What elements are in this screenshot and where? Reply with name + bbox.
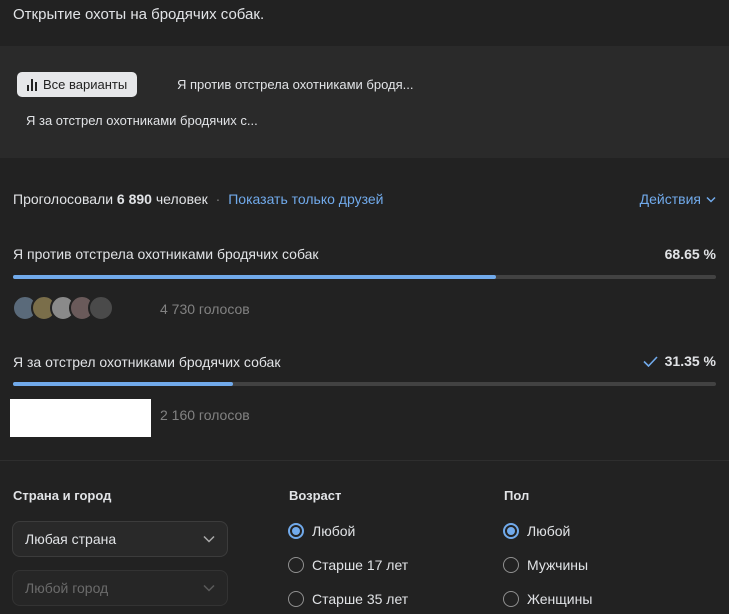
option-percent-for-value: 31.35 % (664, 353, 716, 369)
age-radio-over-35-label: Старше 35 лет (312, 591, 409, 607)
gender-radio-female[interactable]: Женщины (503, 591, 592, 607)
separator-dot: · (215, 191, 221, 207)
bar-chart-icon (27, 78, 37, 91)
answer-tabs (0, 46, 729, 158)
gender-radio-any[interactable]: Любой (503, 523, 570, 539)
chevron-down-icon (706, 196, 716, 203)
show-friends-link[interactable]: Показать только друзей (228, 191, 383, 207)
chevron-down-icon (203, 535, 215, 543)
radio-circle (288, 523, 304, 539)
country-select[interactable]: Любая страна (12, 521, 228, 557)
age-radio-over-17[interactable]: Старше 17 лет (288, 557, 408, 573)
voter-avatars[interactable] (12, 295, 114, 321)
avatar[interactable] (88, 295, 114, 321)
radio-circle (503, 523, 519, 539)
option-votes-for[interactable]: 2 160 голосов (160, 407, 250, 423)
voted-suffix: человек (155, 191, 208, 207)
radio-circle (503, 557, 519, 573)
voted-prefix: Проголосовали (13, 191, 114, 207)
option-label-against: Я против отстрела охотниками бродячих со… (13, 246, 319, 262)
option-bar-fill-against (13, 275, 496, 279)
option-percent-against-value: 68.65 % (664, 246, 716, 262)
option-votes-against[interactable]: 4 730 голосов (160, 301, 250, 317)
tab-all-options[interactable]: Все варианты (17, 72, 138, 97)
city-select-value: Любой город (25, 580, 109, 596)
filter-heading-age: Возраст (289, 488, 342, 503)
gender-radio-male-label: Мужчины (527, 557, 589, 573)
redacted-avatars (10, 399, 151, 437)
votes-summary: Проголосовали 6 890 человек · Показать т… (13, 191, 383, 207)
voted-count: 6 890 (116, 191, 152, 207)
age-radio-any[interactable]: Любой (288, 523, 355, 539)
option-percent-against: 68.65 % (665, 246, 716, 262)
option-bar-for (13, 382, 716, 386)
gender-radio-male[interactable]: Мужчины (503, 557, 588, 573)
option-percent-for: 31.35 % (643, 353, 716, 369)
option-bar-against (13, 275, 716, 279)
option-label-for: Я за отстрел охотниками бродячих собак (13, 354, 281, 370)
actions-dropdown[interactable]: Действия (640, 191, 716, 207)
poll-title: Открытие охоты на бродячих собак. (13, 6, 265, 23)
gender-radio-any-label: Любой (527, 523, 571, 539)
age-radio-any-label: Любой (312, 523, 356, 539)
filter-heading-location: Страна и город (13, 488, 112, 503)
city-select[interactable]: Любой город (12, 570, 228, 606)
filter-heading-gender: Пол (504, 488, 530, 503)
radio-circle (503, 591, 519, 607)
tab-option-against[interactable]: Я против отстрела охотниками бродя... (177, 77, 413, 92)
tab-option-for[interactable]: Я за отстрел охотниками бродячих с... (26, 113, 258, 128)
actions-label: Действия (639, 191, 701, 207)
radio-circle (288, 591, 304, 607)
gender-radio-female-label: Женщины (527, 591, 593, 607)
option-bar-fill-for (13, 382, 234, 386)
age-radio-over-17-label: Старше 17 лет (312, 557, 409, 573)
age-radio-over-35[interactable]: Старше 35 лет (288, 591, 408, 607)
radio-circle (288, 557, 304, 573)
poll-header: Открытие охоты на бродячих собак. (0, 0, 729, 46)
checkmark-icon (643, 355, 658, 367)
tab-all-options-label: Все варианты (43, 77, 128, 92)
country-select-value: Любая страна (25, 531, 117, 547)
chevron-down-icon (203, 584, 215, 592)
